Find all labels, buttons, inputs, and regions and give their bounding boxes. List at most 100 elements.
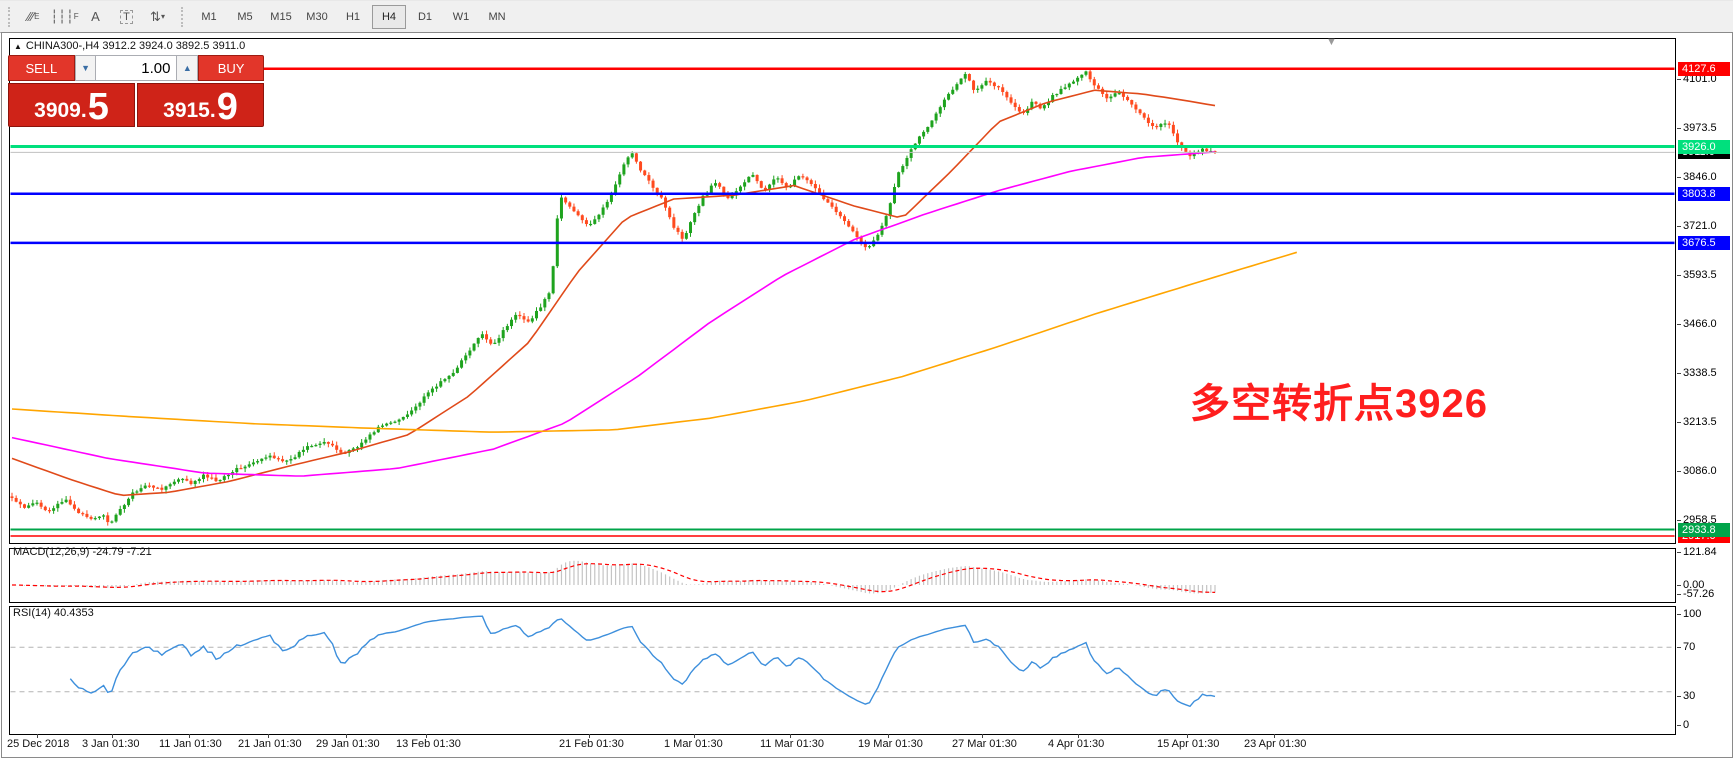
time-axis-tick-mark xyxy=(888,734,889,738)
time-axis-tick-mark xyxy=(1274,734,1275,738)
y-axis-tick-label: 3086.0 xyxy=(1683,465,1717,477)
time-axis-tick-mark xyxy=(982,734,983,738)
y-axis-tick-label: 3338.5 xyxy=(1683,367,1717,379)
ma-slow-line xyxy=(12,252,1297,432)
text-label-icon[interactable]: A xyxy=(81,4,110,30)
y-axis-tick-mark xyxy=(1677,520,1681,521)
time-axis-tick-mark xyxy=(37,734,38,738)
time-axis-tick-mark xyxy=(189,734,190,738)
timeframe-mn[interactable]: MN xyxy=(480,5,514,29)
sell-price-main: 3909. xyxy=(34,98,87,124)
time-axis-label: 11 Jan 01:30 xyxy=(159,738,222,750)
y-axis-tick-label: 3593.5 xyxy=(1683,269,1717,281)
y-axis-tick-label: 3846.0 xyxy=(1683,171,1717,183)
collapse-triangle-icon[interactable]: ▲ xyxy=(14,42,22,51)
volume-input[interactable] xyxy=(96,55,176,81)
top-toolbar: ⁄⁄⁄E┆┆┆FAT⇅▾ M1M5M15M30H1H4D1W1MN xyxy=(0,0,1733,33)
time-axis-tick-mark xyxy=(589,734,590,738)
y-axis-tick-label: 3973.5 xyxy=(1683,122,1717,134)
rsi-indicator-label: RSI(14) 40.4353 xyxy=(13,607,94,619)
drawing-tools-group: ⁄⁄⁄E┆┆┆FAT⇅▾ xyxy=(18,4,173,30)
time-axis-label: 1 Mar 01:30 xyxy=(664,738,723,750)
time-axis-tick-mark xyxy=(112,734,113,738)
rsi-axis-tick xyxy=(1677,725,1681,726)
chart-text-annotation: 多空转折点3926 xyxy=(1190,371,1488,429)
rsi-axis-label: 70 xyxy=(1683,641,1695,653)
chart-shift-marker-icon[interactable]: ▼ xyxy=(1326,36,1337,48)
time-axis-label: 4 Apr 01:30 xyxy=(1048,738,1104,750)
timeframe-grip xyxy=(181,7,187,27)
time-axis-tick-mark xyxy=(346,734,347,738)
rsi-axis-tick xyxy=(1677,647,1681,648)
chart-header: ▲ CHINA300-,H4 3912.2 3924.0 3892.5 3911.… xyxy=(14,40,245,52)
y-axis-tick-mark xyxy=(1677,471,1681,472)
time-axis-label: 3 Jan 01:30 xyxy=(82,738,140,750)
y-axis-tick-mark xyxy=(1677,226,1681,227)
y-axis-tick-mark xyxy=(1677,79,1681,80)
timeframe-m15[interactable]: M15 xyxy=(264,5,298,29)
macd-axis-tick xyxy=(1677,594,1681,595)
time-axis-label: 21 Feb 01:30 xyxy=(559,738,624,750)
time-axis-label: 15 Apr 01:30 xyxy=(1157,738,1219,750)
time-axis-tick-mark xyxy=(1078,734,1079,738)
arrows-tool-icon[interactable]: ⇅▾ xyxy=(143,4,172,30)
timeframe-m30[interactable]: M30 xyxy=(300,5,334,29)
macd-axis-label: -57.26 xyxy=(1683,588,1714,600)
chart-window: ▲ CHINA300-,H4 3912.2 3924.0 3892.5 3911.… xyxy=(1,32,1733,758)
y-axis-tick-mark xyxy=(1677,422,1681,423)
macd-axis-tick xyxy=(1677,552,1681,553)
symbol-period-label: CHINA300-,H4 xyxy=(26,40,99,52)
buy-price-box[interactable]: 3915.9 xyxy=(137,83,264,127)
volume-increase-button[interactable]: ▲ xyxy=(176,55,198,81)
timeframe-m1[interactable]: M1 xyxy=(192,5,226,29)
buy-button[interactable]: BUY xyxy=(198,55,264,81)
time-axis-label: 19 Mar 01:30 xyxy=(858,738,923,750)
y-axis-tick-label: 3721.0 xyxy=(1683,220,1717,232)
y-axis-tick-label: 3213.5 xyxy=(1683,416,1717,428)
timeframe-h1[interactable]: H1 xyxy=(336,5,370,29)
equidistant-channel-icon[interactable]: ⁄⁄⁄E xyxy=(19,4,48,30)
buy-price-main: 3915. xyxy=(163,98,216,124)
buy-price-big-digit: 9 xyxy=(217,90,238,124)
time-axis-tick-mark xyxy=(268,734,269,738)
toolbar-grip xyxy=(8,7,14,27)
time-axis-tick-mark xyxy=(426,734,427,738)
y-axis-tick-mark xyxy=(1677,373,1681,374)
time-axis-label: 23 Apr 01:30 xyxy=(1244,738,1306,750)
ma-mid-line xyxy=(12,152,1215,476)
macd-indicator-label: MACD(12,26,9) -24.79 -7.21 xyxy=(13,546,152,558)
y-axis-tick-mark xyxy=(1677,177,1681,178)
sell-price-box[interactable]: 3909.5 xyxy=(8,83,135,127)
ma-fast-line xyxy=(12,90,1215,495)
macd-axis-label: 121.84 xyxy=(1683,546,1717,558)
time-axis-label: 27 Mar 01:30 xyxy=(952,738,1017,750)
price-level-badge: 2933.8 xyxy=(1678,523,1730,537)
price-level-badge: 4127.6 xyxy=(1678,62,1730,76)
timeframe-h4[interactable]: H4 xyxy=(372,5,406,29)
y-axis-tick-mark xyxy=(1677,324,1681,325)
time-axis-label: 11 Mar 01:30 xyxy=(760,738,824,750)
rsi-axis-label: 30 xyxy=(1683,690,1695,702)
rsi-axis-label: 100 xyxy=(1683,608,1701,620)
price-level-badge: 3676.5 xyxy=(1678,236,1730,250)
ohlc-values: 3912.2 3924.0 3892.5 3911.0 xyxy=(102,40,245,52)
time-axis-tick-mark xyxy=(694,734,695,738)
timeframe-w1[interactable]: W1 xyxy=(444,5,478,29)
timeframe-m5[interactable]: M5 xyxy=(228,5,262,29)
sell-price-big-digit: 5 xyxy=(88,90,109,124)
sell-button[interactable]: SELL xyxy=(8,55,75,81)
timeframe-bar: M1M5M15M30H1H4D1W1MN xyxy=(191,5,515,29)
text-box-icon[interactable]: T xyxy=(112,4,141,30)
rsi-axis-label: 0 xyxy=(1683,719,1689,731)
time-axis-tick-mark xyxy=(790,734,791,738)
time-axis-label: 25 Dec 2018 xyxy=(7,738,69,750)
time-axis-tick-mark xyxy=(1187,734,1188,738)
time-axis-label: 13 Feb 01:30 xyxy=(396,738,461,750)
one-click-trade-panel: SELL ▼ ▲ BUY 3909.5 3915.9 xyxy=(8,55,264,127)
y-axis-tick-label: 3466.0 xyxy=(1683,318,1717,330)
price-level-badge: 3803.8 xyxy=(1678,187,1730,201)
timeframe-d1[interactable]: D1 xyxy=(408,5,442,29)
macd-axis-tick xyxy=(1677,585,1681,586)
fibonacci-retracement-icon[interactable]: ┆┆┆F xyxy=(50,4,79,30)
volume-decrease-button[interactable]: ▼ xyxy=(75,55,97,81)
